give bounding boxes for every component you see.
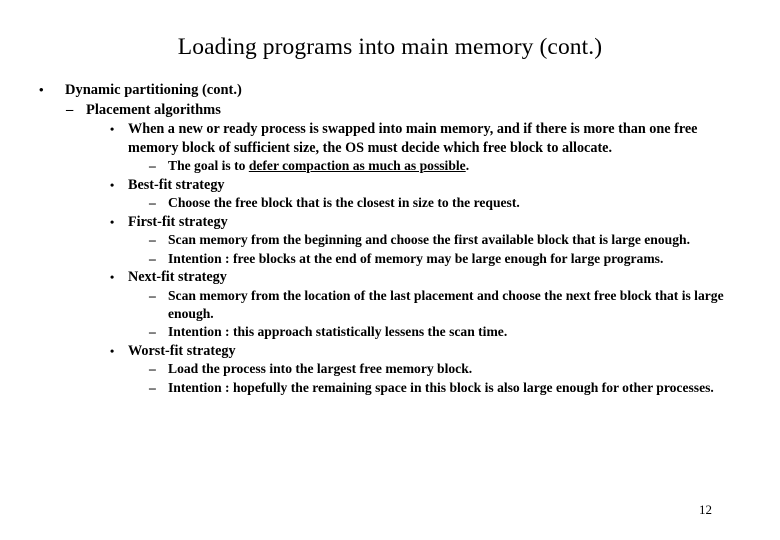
bullet-level3: • When a new or ready process is swapped… — [0, 120, 780, 157]
bullet-text: Choose the free block that is the closes… — [168, 195, 520, 211]
text-plain-after: . — [465, 158, 470, 174]
dash-marker-icon: – — [149, 379, 156, 395]
dash-marker-icon: – — [149, 158, 156, 174]
page-title: Loading programs into main memory (cont.… — [177, 34, 603, 60]
bullet-marker-icon: • — [110, 177, 115, 192]
bullet-text: Dynamic partitioning (cont.) — [65, 82, 242, 98]
dash-marker-icon: – — [149, 324, 156, 340]
bullet-marker-icon: • — [110, 343, 115, 358]
bullet-text: Worst-fit strategy — [128, 342, 236, 359]
bullet-level3: • Worst-fit strategy — [0, 342, 780, 361]
dash-marker-icon: – — [149, 287, 156, 303]
bullet-level4: – Intention : this approach statisticall… — [0, 323, 780, 341]
bullet-text: First-fit strategy — [128, 213, 228, 230]
bullet-text: Load the process into the largest free m… — [168, 361, 473, 377]
text-plain-before: The goal is to — [168, 158, 249, 174]
bullet-level4: – Intention : free blocks at the end of … — [0, 250, 780, 268]
bullet-text: Best-fit strategy — [128, 176, 225, 193]
bullet-level3: • Best-fit strategy — [0, 176, 780, 195]
text-underlined: defer compaction as much as possible — [248, 158, 466, 174]
bullet-text: Scan memory from the location of the las… — [168, 287, 724, 321]
bullet-text: When a new or ready process is swapped i… — [128, 121, 698, 156]
bullet-text: The goal is to defer compaction as much … — [168, 157, 746, 175]
bullet-level4: – Scan memory from the location of the l… — [0, 287, 780, 324]
bullet-text: Next-fit strategy — [128, 269, 227, 285]
bullet-text: Intention : free blocks at the end of me… — [168, 250, 664, 266]
bullet-marker-icon: • — [110, 270, 115, 284]
dash-marker-icon: – — [149, 232, 156, 248]
bullet-level3: • First-fit strategy — [0, 213, 780, 232]
bullet-level3: • Next-fit strategy — [0, 268, 780, 287]
slide-body: • Dynamic partitioning (cont.) – Placeme… — [0, 80, 780, 397]
bullet-text: Intention : this approach statistically … — [168, 324, 508, 340]
bullet-level4: – Load the process into the largest free… — [0, 360, 780, 378]
bullet-level4: – Choose the free block that is the clos… — [0, 194, 780, 212]
bullet-text: Scan memory from the beginning and choos… — [168, 232, 690, 248]
bullet-level1: • Dynamic partitioning (cont.) — [0, 80, 780, 100]
bullet-level4: – Intention : hopefully the remaining sp… — [0, 379, 780, 397]
bullet-marker-icon: • — [110, 214, 115, 229]
bullet-marker-icon: • — [110, 122, 115, 136]
dash-marker-icon: – — [149, 361, 156, 377]
page-number: 12 — [699, 502, 712, 517]
bullet-text: Intention : hopefully the remaining spac… — [168, 379, 714, 395]
bullet-level4-underlined: – The goal is to defer compaction as muc… — [0, 157, 780, 175]
bullet-text: Placement algorithms — [86, 102, 221, 118]
dash-marker-icon: – — [149, 250, 156, 266]
bullet-level2: – Placement algorithms — [0, 100, 780, 120]
bullet-level4: – Scan memory from the beginning and cho… — [0, 231, 780, 249]
bullet-marker-icon: • — [39, 82, 44, 97]
dash-marker-icon: – — [149, 195, 156, 211]
dash-marker-icon: – — [66, 102, 74, 118]
slide: Loading programs into main memory (cont.… — [0, 0, 780, 540]
